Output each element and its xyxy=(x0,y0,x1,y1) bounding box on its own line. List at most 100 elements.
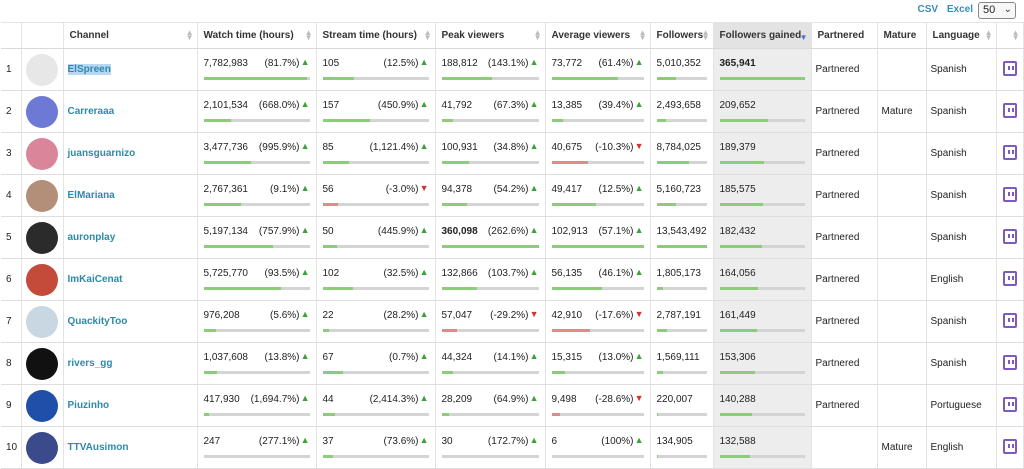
twitch-link-cell[interactable] xyxy=(996,384,1024,427)
avatar-cell[interactable] xyxy=(21,216,64,259)
table-row[interactable]: 8 rivers_gg 1,037,608 (13.8%) ▲ 67 (0.7%)… xyxy=(1,342,1024,385)
twitch-icon[interactable] xyxy=(1002,438,1017,454)
twitch-link-cell[interactable] xyxy=(996,48,1024,91)
change-percent: (73.6%) xyxy=(383,436,419,447)
table-row[interactable]: 4 ElMariana 2,767,361 (9.1%) ▲ 56 (-3.0%)… xyxy=(1,174,1024,217)
table-row[interactable]: 9 Piuzinho 417,930 (1,694.7%) ▲ 44 (2,414… xyxy=(1,384,1024,427)
avatar-cell[interactable] xyxy=(21,384,64,427)
followers-header[interactable]: Followers ▲ ▼ xyxy=(650,22,714,49)
avatar-cell[interactable] xyxy=(21,132,64,175)
average-viewers-header[interactable]: Average viewers ▲ ▼ xyxy=(545,22,651,49)
page-size-select[interactable]: 50 ⌄ xyxy=(978,2,1016,19)
progress-bar xyxy=(441,329,539,332)
avatar-cell[interactable] xyxy=(21,300,64,343)
twitch-link-cell[interactable] xyxy=(996,342,1024,385)
channel-link[interactable]: QuackityToo xyxy=(63,300,198,343)
twitch-link-cell[interactable] xyxy=(996,258,1024,301)
table-row[interactable]: 7 QuackityToo 976,208 (5.6%) ▲ 22 (28.2%)… xyxy=(1,300,1024,343)
avatar[interactable] xyxy=(26,263,58,296)
avatar[interactable] xyxy=(26,53,58,86)
table-row[interactable]: 1 ElSpreen 7,782,983 (81.7%) ▲ 105 (12.5%… xyxy=(1,48,1024,91)
csv-button[interactable]: CSV xyxy=(918,4,939,15)
table-row[interactable]: 6 ImKaiCenat 5,725,770 (93.5%) ▲ 102 (32.… xyxy=(1,258,1024,301)
progress-bar xyxy=(719,413,805,416)
partnered-header[interactable]: Partnered xyxy=(811,22,878,49)
avatar[interactable] xyxy=(26,221,58,254)
progress-bar xyxy=(551,287,644,290)
twitch-icon[interactable] xyxy=(1002,102,1017,118)
twitch-icon[interactable] xyxy=(1002,396,1017,412)
twitch-icon[interactable] xyxy=(1002,270,1017,286)
change-percent: (757.9%) xyxy=(258,226,300,237)
channel-link[interactable]: Piuzinho xyxy=(63,384,198,427)
twitch-icon[interactable] xyxy=(1002,312,1017,328)
excel-button[interactable]: Excel xyxy=(947,4,973,15)
avatar[interactable] xyxy=(26,95,58,128)
avatar-cell[interactable] xyxy=(21,342,64,385)
metric-value: 164,056 xyxy=(719,268,756,279)
metric-value: 247 xyxy=(203,436,221,447)
avatar[interactable] xyxy=(26,137,58,170)
progress-bar xyxy=(656,119,707,122)
channel-link[interactable]: rivers_gg xyxy=(63,342,198,385)
avatar-cell[interactable] xyxy=(21,426,64,469)
channel-link[interactable]: Carreraaa xyxy=(63,90,198,133)
avatar[interactable] xyxy=(26,305,58,338)
avatar-cell[interactable] xyxy=(21,90,64,133)
table-row[interactable]: 3 juansguarnizo 3,477,736 (995.9%) ▲ 85 (… xyxy=(1,132,1024,175)
metric-value: 56,135 xyxy=(551,268,583,279)
avatar-cell[interactable] xyxy=(21,258,64,301)
peak-viewers-header[interactable]: Peak viewers ▲ ▼ xyxy=(435,22,546,49)
twitch-link-cell[interactable] xyxy=(996,426,1024,469)
avatar[interactable] xyxy=(26,389,58,422)
watch-time-header[interactable]: Watch time (hours) ▲ ▼ xyxy=(197,22,317,49)
channel-link[interactable]: auronplay xyxy=(63,216,198,259)
sort-icon: ▲ ▼ xyxy=(701,28,710,42)
channel-link[interactable]: ElSpreen xyxy=(63,48,198,91)
twitch-icon[interactable] xyxy=(1002,354,1017,370)
followers-gained-header[interactable]: Followers gained ▼ xyxy=(713,22,812,49)
twitch-link-cell[interactable] xyxy=(996,174,1024,217)
arrow-up-icon: ▲ xyxy=(300,225,310,235)
progress-bar xyxy=(322,287,429,290)
page-size-value: 50 xyxy=(983,4,996,16)
twitch-link-cell[interactable] xyxy=(996,90,1024,133)
change-percent: (28.2%) xyxy=(383,310,419,321)
twitch-link-cell[interactable] xyxy=(996,300,1024,343)
progress-bar xyxy=(441,371,539,374)
twitch-icon[interactable] xyxy=(1002,144,1017,160)
channel-header[interactable]: Channel ▲ ▼ xyxy=(63,22,198,49)
arrow-up-icon: ▲ xyxy=(419,57,429,67)
change-percent: (13.0%) xyxy=(598,352,634,363)
language-cell: Spanish xyxy=(926,174,997,217)
twitch-icon[interactable] xyxy=(1002,60,1017,76)
twitch-icon[interactable] xyxy=(1002,228,1017,244)
language-header[interactable]: Language ▲ ▼ xyxy=(926,22,997,49)
channel-link[interactable]: juansguarnizo xyxy=(63,132,198,175)
change-percent: (12.5%) xyxy=(598,184,634,195)
change-percent: (172.7%) xyxy=(487,436,529,447)
stream-time-header[interactable]: Stream time (hours) ▲ ▼ xyxy=(316,22,436,49)
table-row[interactable]: 10 TTVAusimon 247 (277.1%) ▲ 37 (73.6%) ▲ … xyxy=(1,426,1024,469)
arrow-up-icon: ▲ xyxy=(634,225,644,235)
mature-cell xyxy=(877,216,927,259)
avatar[interactable] xyxy=(26,179,58,212)
table-row[interactable]: 5 auronplay 5,197,134 (757.9%) ▲ 50 (445.… xyxy=(1,216,1024,259)
rank-cell: 10 xyxy=(1,426,22,469)
progress-bar xyxy=(551,413,644,416)
channel-link[interactable]: ElMariana xyxy=(63,174,198,217)
table-row[interactable]: 2 Carreraaa 2,101,534 (668.0%) ▲ 157 (450… xyxy=(1,90,1024,133)
progress-bar xyxy=(322,245,429,248)
avatar-cell[interactable] xyxy=(21,174,64,217)
avatar[interactable] xyxy=(26,347,58,380)
twitch-link-cell[interactable] xyxy=(996,132,1024,175)
channel-link[interactable]: TTVAusimon xyxy=(63,426,198,469)
twitch-link-cell[interactable] xyxy=(996,216,1024,259)
progress-bar xyxy=(203,77,310,80)
avatar-cell[interactable] xyxy=(21,48,64,91)
watch-time-cell: 976,208 (5.6%) ▲ xyxy=(197,300,317,343)
twitch-icon[interactable] xyxy=(1002,186,1017,202)
mature-header[interactable]: Mature xyxy=(877,22,927,49)
channel-link[interactable]: ImKaiCenat xyxy=(63,258,198,301)
avatar[interactable] xyxy=(26,431,58,464)
